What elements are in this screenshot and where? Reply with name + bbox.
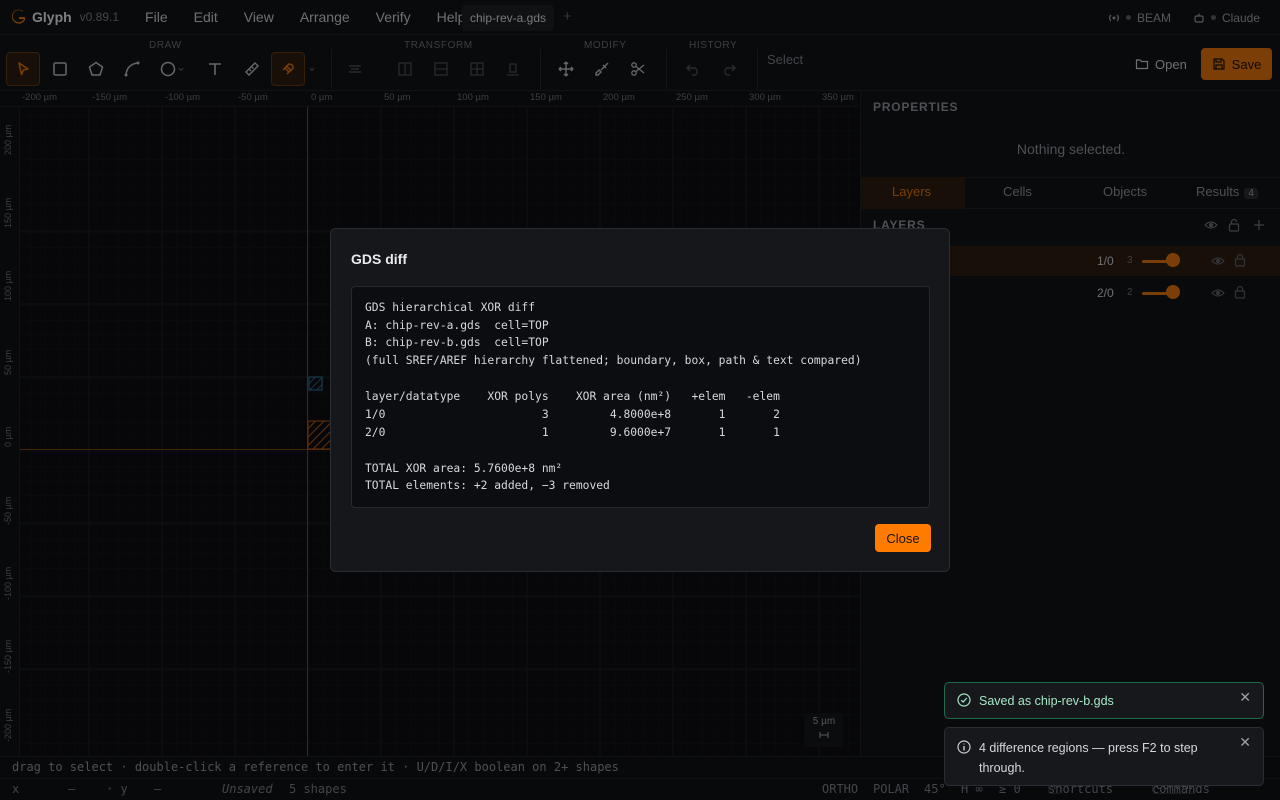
check-circle-icon <box>957 693 971 707</box>
toast-info: 4 difference regions — press F2 to step … <box>944 727 1264 786</box>
diff-line: GDS hierarchical XOR diff <box>365 301 536 314</box>
info-circle-icon <box>957 740 971 754</box>
toast-message: 4 difference regions — press F2 to step … <box>979 741 1198 775</box>
diff-line: B: chip-rev-b.gds cell=TOP <box>365 336 549 349</box>
diff-table-row: 1/0 3 4.8000e+8 1 2 <box>365 408 780 421</box>
diff-line: A: chip-rev-a.gds cell=TOP <box>365 319 549 332</box>
diff-table-row: 2/0 1 9.6000e+7 1 1 <box>365 426 780 439</box>
dialog-title: GDS diff <box>351 251 407 267</box>
toast-message: Saved as chip-rev-b.gds <box>979 694 1114 708</box>
toast-success: Saved as chip-rev-b.gds ✕ <box>944 682 1264 719</box>
gds-diff-dialog: GDS diff GDS hierarchical XOR diff A: ch… <box>330 228 950 572</box>
diff-table-header: layer/datatype XOR polys XOR area (nm²) … <box>365 390 780 403</box>
close-icon[interactable]: ✕ <box>1239 689 1251 706</box>
diff-output: GDS hierarchical XOR diff A: chip-rev-a.… <box>351 286 930 508</box>
diff-total-area: TOTAL XOR area: 5.7600e+8 nm² <box>365 462 563 475</box>
diff-line: (full SREF/AREF hierarchy flattened; bou… <box>365 354 862 367</box>
diff-total-elements: TOTAL elements: +2 added, −3 removed <box>365 479 610 492</box>
close-icon[interactable]: ✕ <box>1239 734 1251 751</box>
close-button[interactable]: Close <box>875 524 931 552</box>
